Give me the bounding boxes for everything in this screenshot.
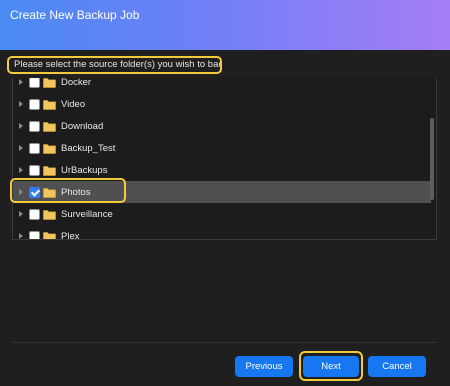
folder-label: Docker bbox=[61, 78, 92, 88]
dialog-title: Create New Backup Job bbox=[10, 8, 140, 22]
expand-arrow-icon[interactable] bbox=[19, 167, 23, 173]
expand-arrow-icon[interactable] bbox=[19, 123, 23, 129]
folder-row-video[interactable]: Video bbox=[13, 93, 431, 115]
folder-label: Photos bbox=[61, 186, 91, 198]
folder-icon bbox=[43, 165, 56, 176]
folder-checkbox[interactable] bbox=[29, 208, 40, 220]
folder-row-download[interactable]: Download bbox=[13, 115, 431, 137]
folder-icon bbox=[43, 78, 56, 88]
folder-row-urbackups[interactable]: UrBackups bbox=[13, 159, 431, 181]
expand-arrow-icon[interactable] bbox=[19, 211, 23, 217]
folder-icon bbox=[43, 121, 56, 132]
cancel-button[interactable]: Cancel bbox=[368, 356, 426, 377]
folder-row-docker[interactable]: Docker bbox=[13, 78, 431, 93]
folder-checkbox[interactable] bbox=[29, 164, 40, 176]
folder-label: UrBackups bbox=[61, 164, 108, 176]
folder-icon bbox=[43, 209, 56, 220]
next-button[interactable]: Next bbox=[303, 356, 359, 377]
folder-icon bbox=[43, 231, 56, 239]
folder-row-photos[interactable]: Photos bbox=[13, 181, 431, 203]
footer-divider bbox=[12, 342, 437, 343]
folder-icon bbox=[43, 99, 56, 110]
folder-label: Download bbox=[61, 120, 104, 132]
folder-checkbox[interactable] bbox=[29, 120, 40, 132]
expand-arrow-icon[interactable] bbox=[19, 101, 23, 107]
folder-checkbox[interactable] bbox=[29, 230, 40, 239]
folder-label: Video bbox=[61, 98, 86, 110]
instruction-text: Please select the source folder(s) you w… bbox=[7, 56, 222, 74]
expand-arrow-icon[interactable] bbox=[19, 79, 23, 85]
folder-row-surveillance[interactable]: Surveillance bbox=[13, 203, 431, 225]
expand-arrow-icon[interactable] bbox=[19, 145, 23, 151]
tree-scrollbar[interactable] bbox=[430, 118, 434, 200]
folder-checkbox[interactable] bbox=[29, 142, 40, 154]
folder-checkbox-checked[interactable] bbox=[29, 186, 40, 198]
folder-icon bbox=[43, 143, 56, 154]
folder-tree[interactable]: Docker Video Download Backup_Test UrBack… bbox=[12, 78, 437, 240]
folder-row-plex[interactable]: Plex bbox=[13, 225, 431, 240]
dialog-title-bar: Create New Backup Job bbox=[0, 0, 450, 50]
folder-label: Backup_Test bbox=[61, 142, 116, 154]
folder-label: Surveillance bbox=[61, 208, 113, 220]
folder-checkbox[interactable] bbox=[29, 78, 40, 88]
folder-label: Plex bbox=[61, 230, 80, 240]
folder-row-backup-test[interactable]: Backup_Test bbox=[13, 137, 431, 159]
expand-arrow-icon[interactable] bbox=[19, 189, 23, 195]
folder-checkbox[interactable] bbox=[29, 98, 40, 110]
folder-icon bbox=[43, 187, 56, 198]
expand-arrow-icon[interactable] bbox=[19, 233, 23, 239]
previous-button[interactable]: Previous bbox=[235, 356, 293, 377]
